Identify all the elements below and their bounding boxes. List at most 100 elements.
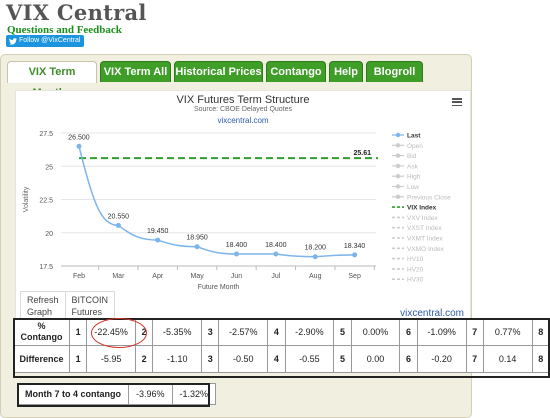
y-tick-label: 22.5	[39, 198, 53, 205]
last-series-point	[312, 254, 318, 260]
legend-item-label: Ask	[407, 163, 419, 170]
legend-item-label: High	[407, 174, 421, 181]
tab-vix-term-all[interactable]: VIX Term All	[100, 61, 171, 82]
tab-bar: VIX Term Months VIX Term All Historical …	[3, 58, 469, 99]
month-number: 1	[68, 345, 88, 373]
difference-row-header: Difference	[13, 345, 70, 373]
x-tick-label: Jul	[271, 273, 280, 280]
tab-historical-prices[interactable]: Historical Prices	[174, 61, 263, 82]
twitter-bird-icon	[9, 37, 17, 45]
vix-index-label: 25.61	[353, 150, 371, 157]
legend-item-label: Open	[407, 143, 423, 150]
month-number: 3	[201, 345, 220, 373]
legend-item-label: VXMT Index	[407, 236, 443, 243]
month7-label: Month 7 to 4 contango	[17, 383, 129, 405]
chart-credit-top[interactable]: vixcentral.com	[16, 116, 470, 125]
point-label: 18.400	[265, 242, 287, 249]
month-number: 2	[135, 318, 154, 346]
point-label: 18.340	[344, 243, 366, 250]
point-label: 18.950	[186, 235, 208, 242]
difference-value: 0.14	[482, 345, 533, 373]
legend-item-label: HV10	[407, 256, 424, 263]
chart-canvas: 17.5 20 22.5 25 27.5 Feb Mar Apr May Jun Jul Aug Sep…	[23, 131, 451, 291]
difference-value: -0.50	[218, 345, 269, 373]
legend-marker	[395, 143, 401, 148]
tab-vix-term-months[interactable]: VIX Term Months	[7, 61, 97, 99]
contango-label: Contango	[20, 332, 63, 342]
month-number: 7	[465, 345, 484, 373]
x-tick-label: May	[191, 273, 205, 280]
month-number: 7	[465, 318, 484, 346]
x-tick-label: Feb	[73, 273, 85, 280]
contango-row: % Contango 1 -22.45% 2 -5.35% 3 -2.57% 4 …	[13, 318, 550, 346]
month-number: 4	[267, 318, 286, 346]
x-tick-label: Aug	[309, 273, 322, 280]
contango-value: 0.00%	[350, 318, 401, 346]
contango-value: -1.09%	[416, 318, 467, 346]
difference-value: -0.55	[284, 345, 335, 373]
month7-value-1: -3.96%	[128, 383, 173, 405]
legend-item-label: HV20	[407, 266, 424, 273]
legend-item-label: VIX Index	[407, 205, 437, 212]
refresh-label: Refresh	[27, 295, 59, 305]
y-tick-label: 27.5	[39, 131, 53, 138]
follow-label: Follow @VixCentral	[19, 37, 81, 44]
last-series-line	[78, 146, 355, 258]
legend-marker	[395, 153, 401, 158]
refresh-graph-cell[interactable]: Refresh Graph	[20, 291, 66, 321]
contango-value: -5.35%	[152, 318, 203, 346]
chart-title: VIX Futures Term Structure	[176, 94, 310, 106]
legend-marker	[395, 194, 401, 199]
difference-value: 0.00	[350, 345, 401, 373]
twitter-follow-button[interactable]: Follow @VixCentral	[6, 35, 85, 47]
month-number: 2	[135, 345, 154, 373]
point-label: 26.500	[68, 134, 90, 141]
legend-item-label: VXV Index	[407, 215, 438, 222]
difference-row: Difference 1 -5.95 2 -1.10 3 -0.50 4 -0.…	[13, 345, 550, 373]
tab-blogroll[interactable]: Blogroll	[366, 61, 423, 82]
difference-value: -0.20	[416, 345, 467, 373]
term-structure-chart: 17.5 20 22.5 25 27.5 Feb Mar Apr May Jun Jul Aug Sep…	[15, 90, 471, 322]
difference-value: -1.10	[152, 345, 203, 373]
legend-marker	[395, 132, 401, 138]
month-number: 1	[68, 318, 88, 346]
month-number: 8	[531, 318, 550, 346]
point-label: 19.450	[147, 228, 169, 235]
contango-value: -22.45%	[86, 318, 137, 346]
bitcoin-futures-cell[interactable]: BITCOIN Futures	[64, 291, 116, 321]
percent-label: %	[37, 321, 46, 331]
bitcoin-label: BITCOIN	[71, 295, 109, 305]
chart-subtitle: Source: CBOE Delayed Quotes	[193, 106, 293, 113]
point-label: 18.400	[226, 242, 248, 249]
month-number: 4	[267, 345, 286, 373]
x-tick-label: Sep	[348, 273, 361, 280]
last-series-point	[115, 222, 121, 228]
y-tick-label: 20	[45, 231, 53, 238]
legend-item-label: Bid	[407, 153, 417, 160]
refresh-table: Refresh Graph BITCOIN Futures	[20, 291, 116, 321]
legend-item-label: Last	[407, 133, 421, 140]
month7-table: Month 7 to 4 contango -3.96% -1.32%	[17, 383, 217, 405]
legend-marker	[395, 174, 401, 179]
legend-item-label: Low	[407, 184, 419, 191]
legend-item-label: HV30	[407, 277, 424, 284]
month-number: 6	[399, 345, 418, 373]
y-axis-title: Volatility	[23, 186, 30, 212]
x-axis-title: Future Month	[198, 284, 240, 291]
legend-item-label: VXMO Index	[407, 246, 445, 253]
hamburger-menu-icon[interactable]	[452, 98, 462, 106]
month-number: 8	[531, 345, 550, 373]
last-series-point	[352, 252, 358, 258]
legend-item-label: Previous Close	[407, 194, 451, 201]
contango-value: -2.90%	[284, 318, 335, 346]
last-series-point	[76, 143, 82, 149]
last-series-point	[194, 244, 200, 250]
tab-help[interactable]: Help	[329, 61, 363, 82]
y-tick-label: 17.5	[39, 264, 53, 271]
month-number: 6	[399, 318, 418, 346]
legend-item-label: VXST Index	[407, 225, 442, 232]
month-number: 3	[201, 318, 220, 346]
point-label: 18.200	[305, 245, 327, 252]
contango-row-header: % Contango	[13, 318, 70, 346]
tab-contango[interactable]: Contango	[266, 61, 326, 82]
